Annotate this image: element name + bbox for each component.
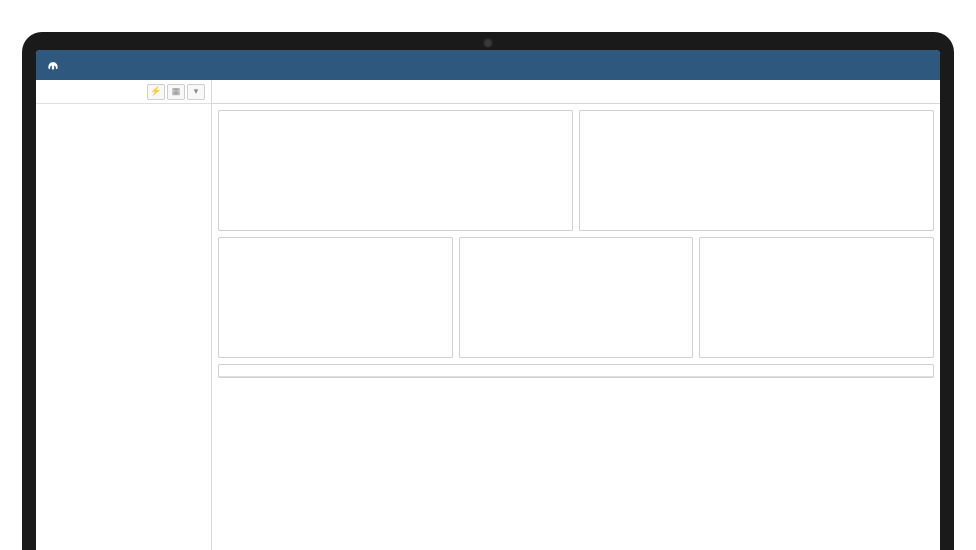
- main-tabs: [212, 80, 940, 104]
- panel-tps: [579, 110, 934, 231]
- panel-title: [700, 238, 933, 245]
- panel-title: [580, 111, 933, 118]
- panel-title: [219, 238, 452, 245]
- panel-title: [460, 238, 693, 245]
- panel-server-sessions: [218, 110, 573, 231]
- chart-tps: [586, 120, 927, 224]
- camera-dot: [483, 38, 493, 48]
- filter-button[interactable]: ▾: [187, 84, 205, 100]
- chart-tuples-in: [225, 247, 446, 351]
- elephant-icon: [46, 58, 60, 72]
- panel-title: [219, 365, 933, 372]
- panel-title: [219, 111, 572, 118]
- view-data-button[interactable]: ▦: [167, 84, 185, 100]
- panel-tuples-out: [459, 237, 694, 358]
- panel-block-io: [699, 237, 934, 358]
- chart-block-io: [706, 247, 927, 351]
- dashboard: [212, 104, 940, 550]
- chart-server-sessions: [225, 120, 566, 224]
- activity-tabs: [219, 372, 933, 377]
- query-tool-button[interactable]: ⚡: [147, 84, 165, 100]
- content-area: [212, 80, 940, 550]
- topbar: [36, 50, 940, 80]
- browser-header: ⚡ ▦ ▾: [36, 80, 211, 104]
- object-tree[interactable]: [36, 104, 211, 550]
- panel-server-activity: [218, 364, 934, 378]
- panel-tuples-in: [218, 237, 453, 358]
- chart-tuples-out: [466, 247, 687, 351]
- browser-panel: ⚡ ▦ ▾: [36, 80, 212, 550]
- brand: [46, 58, 69, 72]
